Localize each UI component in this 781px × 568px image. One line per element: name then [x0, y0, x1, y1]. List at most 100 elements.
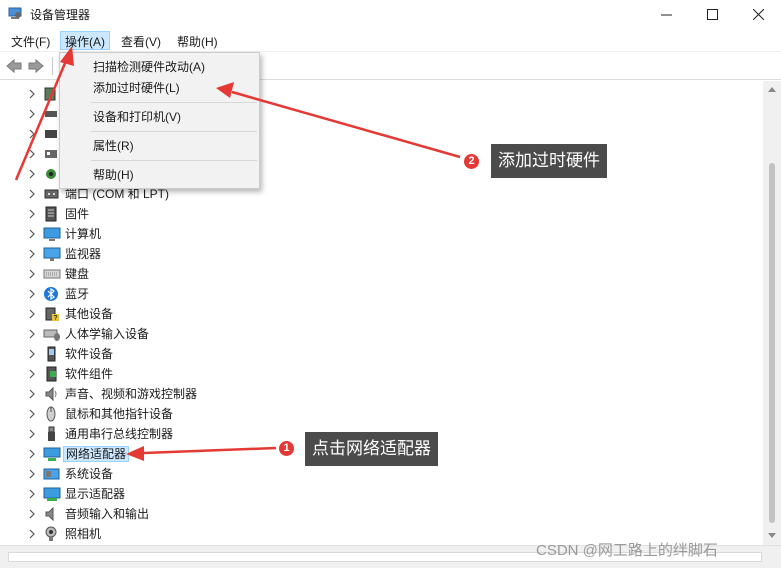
- chevron-right-icon[interactable]: [27, 308, 37, 320]
- tree-row[interactable]: 显示适配器: [0, 484, 763, 504]
- mouse-icon: [46, 406, 56, 422]
- chevron-right-icon[interactable]: [27, 128, 37, 140]
- menu-action[interactable]: 操作(A): [60, 31, 110, 50]
- chevron-right-icon[interactable]: [27, 388, 37, 400]
- tree-label: 蓝牙: [65, 287, 90, 301]
- tree-row[interactable]: 鼠标和其他指针设备: [0, 404, 763, 424]
- watermark: CSDN @网工路上的绊脚石: [536, 542, 718, 559]
- tree-row[interactable]: 计算机: [0, 224, 763, 244]
- maximize-button[interactable]: [689, 0, 735, 28]
- chevron-right-icon[interactable]: [27, 228, 37, 240]
- back-arrow-icon[interactable]: [5, 58, 23, 74]
- menu-item-add-legacy-hardware[interactable]: 添加过时硬件(L): [62, 77, 258, 99]
- menu-item-properties[interactable]: 属性(R): [62, 135, 258, 157]
- tree-label: 音频输入和输出: [65, 507, 150, 521]
- tree-label: 软件设备: [65, 347, 114, 361]
- tree-label: 软件组件: [65, 367, 114, 381]
- chevron-right-icon[interactable]: [27, 108, 37, 120]
- step-badge-2: 2: [462, 152, 481, 171]
- chevron-right-icon[interactable]: [27, 428, 37, 440]
- chevron-right-icon[interactable]: [27, 528, 37, 540]
- software-component-icon: [46, 366, 57, 382]
- vertical-scrollbar[interactable]: [763, 81, 781, 545]
- display-adapter-icon: [43, 487, 61, 501]
- minimize-button[interactable]: [643, 0, 689, 28]
- usb-icon: [48, 426, 55, 441]
- other-devices-icon: ?: [45, 307, 59, 322]
- tree-label: 显示适配器: [65, 487, 126, 501]
- tree-row[interactable]: 软件组件: [0, 364, 763, 384]
- chevron-right-icon[interactable]: [27, 328, 37, 340]
- tree-row[interactable]: 固件: [0, 204, 763, 224]
- tree-row[interactable]: 蓝牙: [0, 284, 763, 304]
- callout-step-1: 点击网络适配器: [305, 432, 438, 466]
- tree-label: 通用串行总线控制器: [65, 427, 174, 441]
- chevron-right-icon[interactable]: [27, 408, 37, 420]
- tree-row[interactable]: 音频输入和输出: [0, 504, 763, 524]
- menu-separator: [91, 131, 257, 132]
- callout-step-2: 添加过时硬件: [491, 144, 607, 178]
- chevron-right-icon[interactable]: [27, 368, 37, 380]
- tree-label: 键盘: [65, 267, 90, 281]
- menu-separator: [91, 160, 257, 161]
- scroll-down-icon[interactable]: [768, 533, 776, 539]
- menu-view[interactable]: 查看(V): [116, 31, 166, 50]
- software-device-icon: [47, 346, 56, 362]
- tree-row[interactable]: ? 其他设备: [0, 304, 763, 324]
- chevron-right-icon[interactable]: [27, 188, 37, 200]
- network-adapter-icon: [43, 447, 61, 461]
- tree-row[interactable]: 软件设备: [0, 344, 763, 364]
- tree-label: 其他设备: [65, 307, 114, 321]
- title-bar: 设备管理器: [0, 0, 781, 28]
- chevron-right-icon[interactable]: [27, 148, 37, 160]
- monitor-icon: [43, 247, 61, 261]
- scroll-thumb[interactable]: [769, 163, 775, 523]
- chevron-right-icon[interactable]: [27, 268, 37, 280]
- maximize-icon: [706, 8, 718, 20]
- tree-label: 系统设备: [65, 467, 114, 481]
- menu-item-devices-printers[interactable]: 设备和打印机(V): [62, 106, 258, 128]
- chevron-right-icon[interactable]: [27, 448, 37, 460]
- keyboard-icon: [43, 269, 61, 279]
- toolbar-separator: [52, 57, 53, 75]
- scroll-up-icon[interactable]: [768, 86, 776, 92]
- chevron-right-icon[interactable]: [27, 208, 37, 220]
- tree-row[interactable]: 人体学输入设备: [0, 324, 763, 344]
- window-title: 设备管理器: [30, 8, 91, 22]
- svg-text:?: ?: [54, 315, 58, 322]
- chevron-right-icon[interactable]: [27, 508, 37, 520]
- chevron-right-icon[interactable]: [27, 88, 37, 100]
- tree-row[interactable]: 监视器: [0, 244, 763, 264]
- camera-icon: [45, 526, 57, 541]
- chevron-right-icon[interactable]: [27, 288, 37, 300]
- tree-label: 计算机: [65, 227, 102, 241]
- tree-row[interactable]: 声音、视频和游戏控制器: [0, 384, 763, 404]
- step-badge-1: 1: [277, 439, 296, 458]
- firmware-icon: [45, 206, 57, 222]
- tree-label-selected[interactable]: 网络适配器: [63, 446, 130, 462]
- action-menu: 扫描检测硬件改动(A) 添加过时硬件(L) 设备和打印机(V) 属性(R) 帮助…: [59, 52, 260, 189]
- chevron-right-icon[interactable]: [27, 348, 37, 360]
- chevron-right-icon[interactable]: [27, 168, 37, 180]
- chevron-right-icon[interactable]: [27, 248, 37, 260]
- menu-file[interactable]: 文件(F): [6, 31, 55, 50]
- tree-row[interactable]: 系统设备: [0, 464, 763, 484]
- minimize-icon: [660, 14, 672, 15]
- chevron-right-icon[interactable]: [27, 468, 37, 480]
- tree-label: 声音、视频和游戏控制器: [65, 387, 198, 401]
- menu-item-scan-hardware[interactable]: 扫描检测硬件改动(A): [62, 56, 258, 78]
- forward-arrow-icon[interactable]: [27, 58, 45, 74]
- tree-row[interactable]: 键盘: [0, 264, 763, 284]
- close-button[interactable]: [735, 0, 781, 28]
- tree-label: 固件: [65, 207, 90, 221]
- computer-icon: [43, 227, 61, 241]
- speaker-icon: [45, 386, 57, 402]
- hid-icon: [43, 329, 60, 341]
- menu-item-help[interactable]: 帮助(H): [62, 164, 258, 186]
- tree-label: 人体学输入设备: [65, 327, 150, 341]
- system-device-icon: [43, 468, 60, 480]
- menu-help[interactable]: 帮助(H): [172, 31, 223, 50]
- close-icon: [752, 8, 764, 20]
- chevron-right-icon[interactable]: [27, 488, 37, 500]
- tree-label: 照相机: [65, 527, 102, 541]
